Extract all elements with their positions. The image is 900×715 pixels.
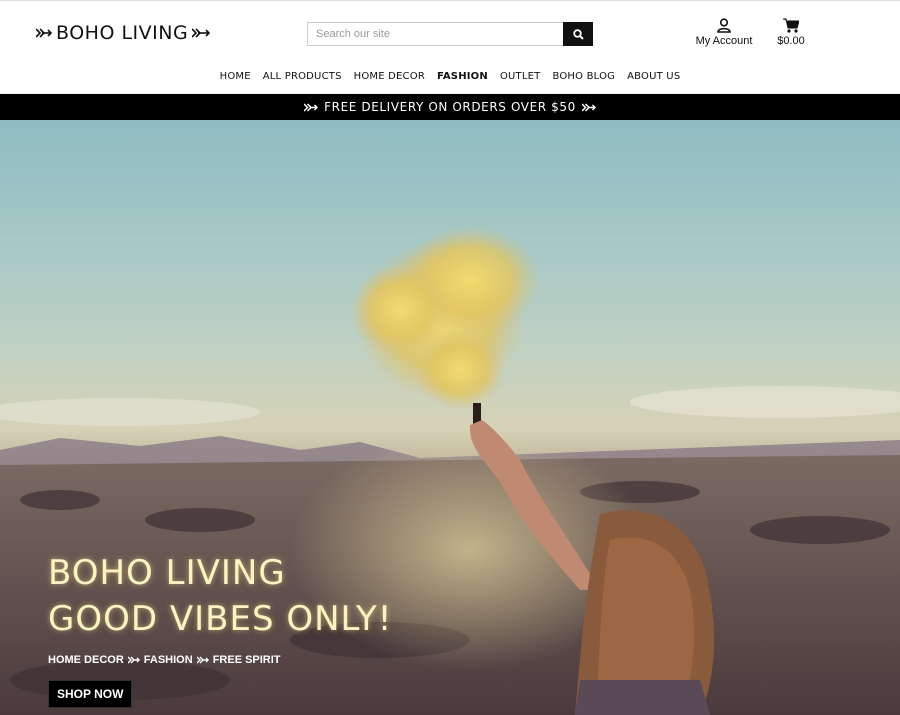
hero-subtitle-part: FREE SPIRIT bbox=[212, 654, 281, 666]
arrow-icon bbox=[196, 656, 209, 664]
hero-banner: BOHO LIVING GOOD VIBES ONLY! HOME DECOR … bbox=[0, 120, 900, 715]
user-icon bbox=[717, 18, 731, 33]
hero-text: BOHO LIVING GOOD VIBES ONLY! HOME DECOR … bbox=[48, 550, 392, 708]
main-nav: HOME ALL PRODUCTS HOME DECOR FASHION OUT… bbox=[0, 60, 900, 94]
nav-item-home-decor[interactable]: HOME DECOR bbox=[353, 71, 426, 82]
nav-item-outlet[interactable]: OUTLET bbox=[499, 71, 542, 82]
search-icon bbox=[572, 28, 584, 40]
cart-total: $0.00 bbox=[777, 35, 805, 47]
search-bar bbox=[307, 22, 593, 46]
promo-text: FREE DELIVERY ON ORDERS OVER $50 bbox=[324, 100, 576, 114]
hero-subtitle: HOME DECOR FASHION FREE SPIRIT bbox=[48, 654, 392, 666]
search-button[interactable] bbox=[563, 22, 593, 46]
arrow-icon bbox=[581, 102, 596, 112]
cart-link[interactable]: $0.00 bbox=[772, 18, 810, 47]
shop-now-button[interactable]: SHOP NOW bbox=[48, 680, 133, 708]
arrow-icon bbox=[192, 28, 211, 38]
promo-bar: FREE DELIVERY ON ORDERS OVER $50 bbox=[0, 94, 900, 120]
arrow-icon bbox=[127, 656, 140, 664]
hero-title-line2: GOOD VIBES ONLY! bbox=[48, 599, 393, 639]
nav-item-boho-blog[interactable]: BOHO BLOG bbox=[551, 71, 616, 82]
cart-icon bbox=[783, 18, 799, 33]
nav-item-about-us[interactable]: ABOUT US bbox=[626, 71, 681, 82]
arrow-icon bbox=[304, 102, 319, 112]
nav-item-fashion[interactable]: FASHION bbox=[436, 71, 489, 82]
arrow-icon bbox=[36, 28, 52, 38]
my-account-label: My Account bbox=[695, 35, 753, 47]
search-input[interactable] bbox=[307, 22, 563, 46]
my-account-link[interactable]: My Account bbox=[692, 18, 756, 47]
nav-item-all-products[interactable]: ALL PRODUCTS bbox=[262, 71, 343, 82]
logo-text: BOHO LIVING bbox=[56, 22, 189, 44]
hero-title-line1: BOHO LIVING bbox=[48, 553, 286, 593]
nav-item-home[interactable]: HOME bbox=[219, 71, 252, 82]
site-header: BOHO LIVING My Account bbox=[0, 0, 900, 61]
hero-subtitle-part: HOME DECOR bbox=[48, 654, 124, 666]
hero-subtitle-part: FASHION bbox=[143, 654, 193, 666]
logo[interactable]: BOHO LIVING bbox=[36, 20, 211, 46]
